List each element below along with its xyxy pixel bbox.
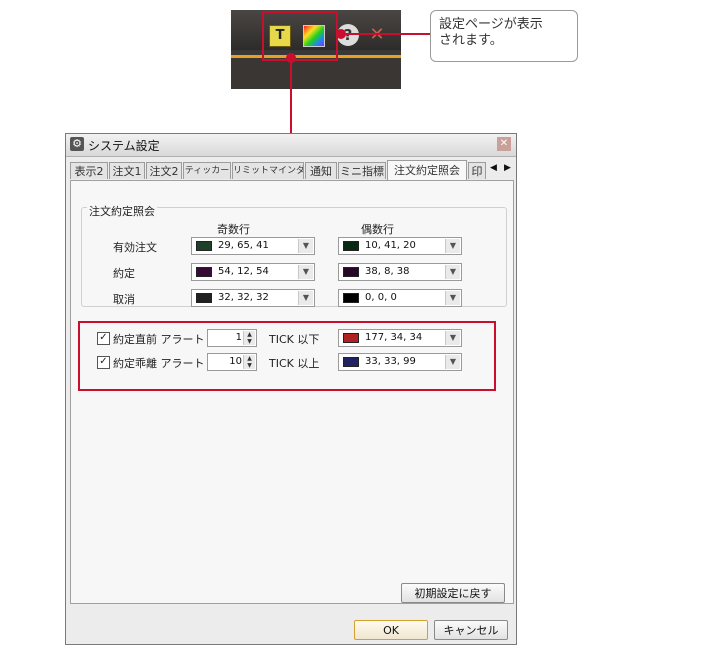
active-orders-even-color-select[interactable]: 10, 41, 20 ▼	[338, 237, 462, 255]
tab-scroll-right-icon[interactable]: ▶	[504, 163, 511, 173]
row-label-cancelled: 取消	[113, 293, 135, 306]
dialog-title: システム設定	[88, 139, 160, 153]
color-swatch	[196, 241, 212, 251]
even-rows-header: 偶数行	[361, 223, 394, 236]
chevron-down-icon[interactable]: ▼	[298, 239, 313, 253]
color-value: 0, 0, 0	[365, 292, 397, 303]
color-value: 29, 65, 41	[218, 240, 269, 251]
group-title: 注文約定照会	[87, 203, 157, 219]
chevron-down-icon[interactable]: ▼	[445, 291, 460, 305]
tab-order2[interactable]: 注文2	[146, 162, 182, 179]
chevron-down-icon[interactable]: ▼	[298, 265, 313, 279]
tab-order1[interactable]: 注文1	[109, 162, 145, 179]
executed-even-color-select[interactable]: 38, 8, 38 ▼	[338, 263, 462, 281]
chevron-down-icon[interactable]: ▼	[445, 239, 460, 253]
color-value: 38, 8, 38	[365, 266, 410, 277]
tab-strip: 表示2 注文1 注文2 ティッカー リミットマインダー 通知 ミニ指標 注文約定…	[70, 160, 514, 180]
color-swatch	[343, 241, 359, 251]
odd-rows-header: 奇数行	[217, 223, 250, 236]
reset-defaults-button[interactable]: 初期設定に戻す	[401, 583, 505, 603]
tab-scroll-left-icon[interactable]: ◀	[490, 163, 497, 173]
executed-odd-color-select[interactable]: 54, 12, 54 ▼	[191, 263, 315, 281]
dialog-close-button[interactable]: ✕	[497, 137, 511, 151]
callout-line-1: 設定ページが表示	[439, 17, 543, 32]
tab-print[interactable]: 印	[468, 162, 486, 179]
close-icon[interactable]: ✕	[367, 25, 387, 45]
callout-pointer-line	[344, 33, 430, 35]
dialog-pointer-line	[290, 60, 292, 133]
color-swatch	[196, 267, 212, 277]
row-label-active-orders: 有効注文	[113, 241, 157, 254]
tab-display2[interactable]: 表示2	[70, 162, 108, 179]
highlight-box-alerts	[78, 321, 496, 391]
tab-notify[interactable]: 通知	[305, 162, 337, 179]
color-value: 32, 32, 32	[218, 292, 269, 303]
callout-note: 設定ページが表示 されます。	[430, 10, 578, 62]
row-label-executed: 約定	[113, 267, 135, 280]
color-value: 54, 12, 54	[218, 266, 269, 277]
cancel-button[interactable]: キャンセル	[434, 620, 508, 640]
active-orders-odd-color-select[interactable]: 29, 65, 41 ▼	[191, 237, 315, 255]
highlight-box-toolbar	[262, 11, 338, 61]
cancelled-even-color-select[interactable]: 0, 0, 0 ▼	[338, 289, 462, 307]
tab-panel: 注文約定照会 奇数行 偶数行 有効注文 29, 65, 41 ▼ 10, 41,…	[70, 180, 514, 604]
tab-mini-index[interactable]: ミニ指標	[338, 162, 386, 179]
ok-button[interactable]: OK	[354, 620, 428, 640]
color-swatch	[196, 293, 212, 303]
tab-limit-minder[interactable]: リミットマインダー	[232, 162, 304, 179]
color-value: 10, 41, 20	[365, 240, 416, 251]
color-swatch	[343, 267, 359, 277]
color-swatch	[343, 293, 359, 303]
callout-line-2: されます。	[439, 33, 503, 48]
chevron-down-icon[interactable]: ▼	[298, 291, 313, 305]
toolbar-lower-area	[231, 58, 401, 89]
tab-ticker[interactable]: ティッカー	[183, 162, 231, 179]
chevron-down-icon[interactable]: ▼	[445, 265, 460, 279]
gear-icon: ⚙	[70, 137, 84, 151]
dialog-titlebar: ⚙ システム設定 ✕	[66, 134, 516, 157]
tab-order-execution[interactable]: 注文約定照会	[387, 160, 467, 180]
cancelled-odd-color-select[interactable]: 32, 32, 32 ▼	[191, 289, 315, 307]
